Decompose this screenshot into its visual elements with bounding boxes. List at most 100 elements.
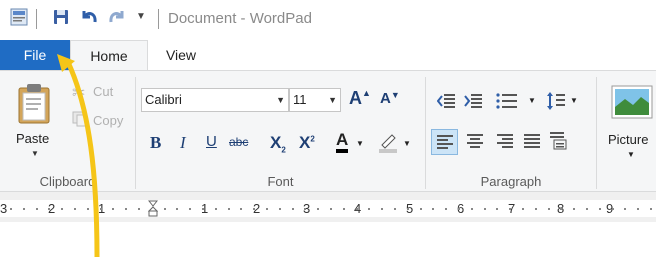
ruler-dot [48, 208, 50, 210]
cut-button[interactable]: Cut [93, 84, 113, 99]
ruler-dot [215, 208, 217, 210]
chevron-down-icon: ▼ [328, 95, 337, 105]
clipboard-group-label: Clipboard [39, 174, 96, 189]
chevron-down-icon[interactable]: ▼ [528, 96, 536, 105]
text-color-icon[interactable]: A [336, 131, 349, 153]
paste-dropdown-icon[interactable]: ▼ [31, 149, 39, 158]
tab-home[interactable]: Home [70, 40, 148, 70]
chevron-down-icon: ▼ [276, 95, 285, 105]
ruler-dot [368, 208, 370, 210]
paragraph-group-label: Paragraph [480, 174, 542, 189]
bullets-icon[interactable] [496, 93, 518, 109]
underline-icon[interactable]: U [206, 133, 217, 150]
align-left-icon [437, 135, 453, 149]
ruler-dot [612, 208, 614, 210]
ruler-dot [484, 208, 486, 210]
customize-qat-dropdown-icon[interactable]: ▼ [136, 11, 146, 22]
strikethrough-icon[interactable]: abc [229, 135, 248, 149]
ruler-dot [420, 208, 422, 210]
ruler-dot [36, 208, 38, 210]
increase-indent-icon[interactable] [464, 93, 482, 109]
paste-button[interactable]: Paste [16, 131, 49, 146]
tab-file[interactable]: File [0, 40, 70, 70]
indent-marker-icon[interactable] [148, 200, 158, 217]
ruler-dot [279, 208, 281, 210]
ruler-dot [381, 208, 383, 210]
document-area[interactable] [0, 222, 656, 257]
bold-icon[interactable]: B [150, 133, 161, 153]
font-group-label: Font [267, 174, 294, 189]
chevron-down-icon[interactable]: ▼ [403, 139, 411, 148]
grow-font-icon[interactable]: A▲ [349, 88, 371, 109]
insert-picture-button[interactable]: Picture [608, 132, 648, 147]
align-right-icon[interactable] [497, 134, 513, 148]
ribbon-tabs: File Home View [0, 40, 656, 70]
ruler-dot [560, 208, 562, 210]
picture-dropdown-icon[interactable]: ▼ [627, 150, 635, 159]
ruler-dot [125, 208, 127, 210]
highlight-pen-icon[interactable] [378, 131, 398, 153]
divider [135, 77, 136, 189]
copy-button[interactable]: Copy [93, 113, 123, 128]
ruler-dot [292, 208, 294, 210]
ruler-dot [548, 208, 550, 210]
ruler-dot [202, 208, 204, 210]
ruler-dot [586, 208, 588, 210]
ruler-dot [74, 208, 76, 210]
cut-icon[interactable]: ✂ [72, 83, 85, 103]
paste-icon[interactable] [17, 83, 53, 125]
ruler-dot [228, 208, 230, 210]
ruler-dot [100, 208, 102, 210]
font-family-value: Calibri [145, 92, 182, 107]
ruler-dot [637, 208, 639, 210]
ruler-dot [10, 208, 12, 210]
align-left-button[interactable] [431, 129, 458, 155]
shrink-font-icon[interactable]: A▼ [380, 90, 400, 107]
font-size-select[interactable]: 11 ▼ [289, 88, 341, 112]
ruler-dot [535, 208, 537, 210]
ruler-dot [522, 208, 524, 210]
ruler-dot [240, 208, 242, 210]
decrease-indent-icon[interactable] [437, 93, 455, 109]
italic-icon[interactable]: I [180, 133, 186, 153]
ruler-dot [138, 208, 140, 210]
ruler-number: 3 [0, 201, 8, 216]
divider [158, 9, 159, 29]
ruler-dot [164, 208, 166, 210]
ruler-dot [23, 208, 25, 210]
ruler-dot [650, 208, 652, 210]
chevron-down-icon[interactable]: ▼ [356, 139, 364, 148]
wordpad-app-icon[interactable] [10, 8, 28, 26]
chevron-down-icon[interactable]: ▼ [570, 96, 578, 105]
ruler-dot [176, 208, 178, 210]
divider [36, 9, 37, 29]
window-title: Document - WordPad [168, 10, 312, 27]
ruler-dot [407, 208, 409, 210]
redo-icon[interactable] [108, 8, 126, 26]
ruler[interactable]: 3 2 1 1 2 3 4 5 6 7 8 9 [0, 200, 656, 217]
tab-view[interactable]: View [150, 40, 212, 70]
font-size-value: 11 [293, 92, 307, 107]
font-family-select[interactable]: Calibri ▼ [141, 88, 289, 112]
undo-icon[interactable] [80, 8, 98, 26]
justify-icon[interactable] [524, 134, 540, 148]
save-icon[interactable] [52, 8, 70, 26]
ruler-dot [599, 208, 601, 210]
superscript-icon[interactable]: X2 [299, 133, 315, 153]
ruler-dot [317, 208, 319, 210]
ruler-dot [253, 208, 255, 210]
ruler-dot [304, 208, 306, 210]
ruler-dot [432, 208, 434, 210]
paragraph-settings-icon[interactable] [550, 132, 568, 150]
ruler-dot [112, 208, 114, 210]
copy-icon[interactable] [72, 111, 88, 127]
ruler-dot [356, 208, 358, 210]
picture-icon[interactable] [611, 85, 653, 119]
ruler-dot [458, 208, 460, 210]
line-spacing-icon[interactable] [546, 91, 566, 111]
subscript-icon[interactable]: X2 [270, 133, 286, 154]
title-bar: ▼ Document - WordPad [0, 0, 656, 38]
align-center-icon[interactable] [467, 134, 483, 148]
ruler-dot [330, 208, 332, 210]
ruler-dot [624, 208, 626, 210]
